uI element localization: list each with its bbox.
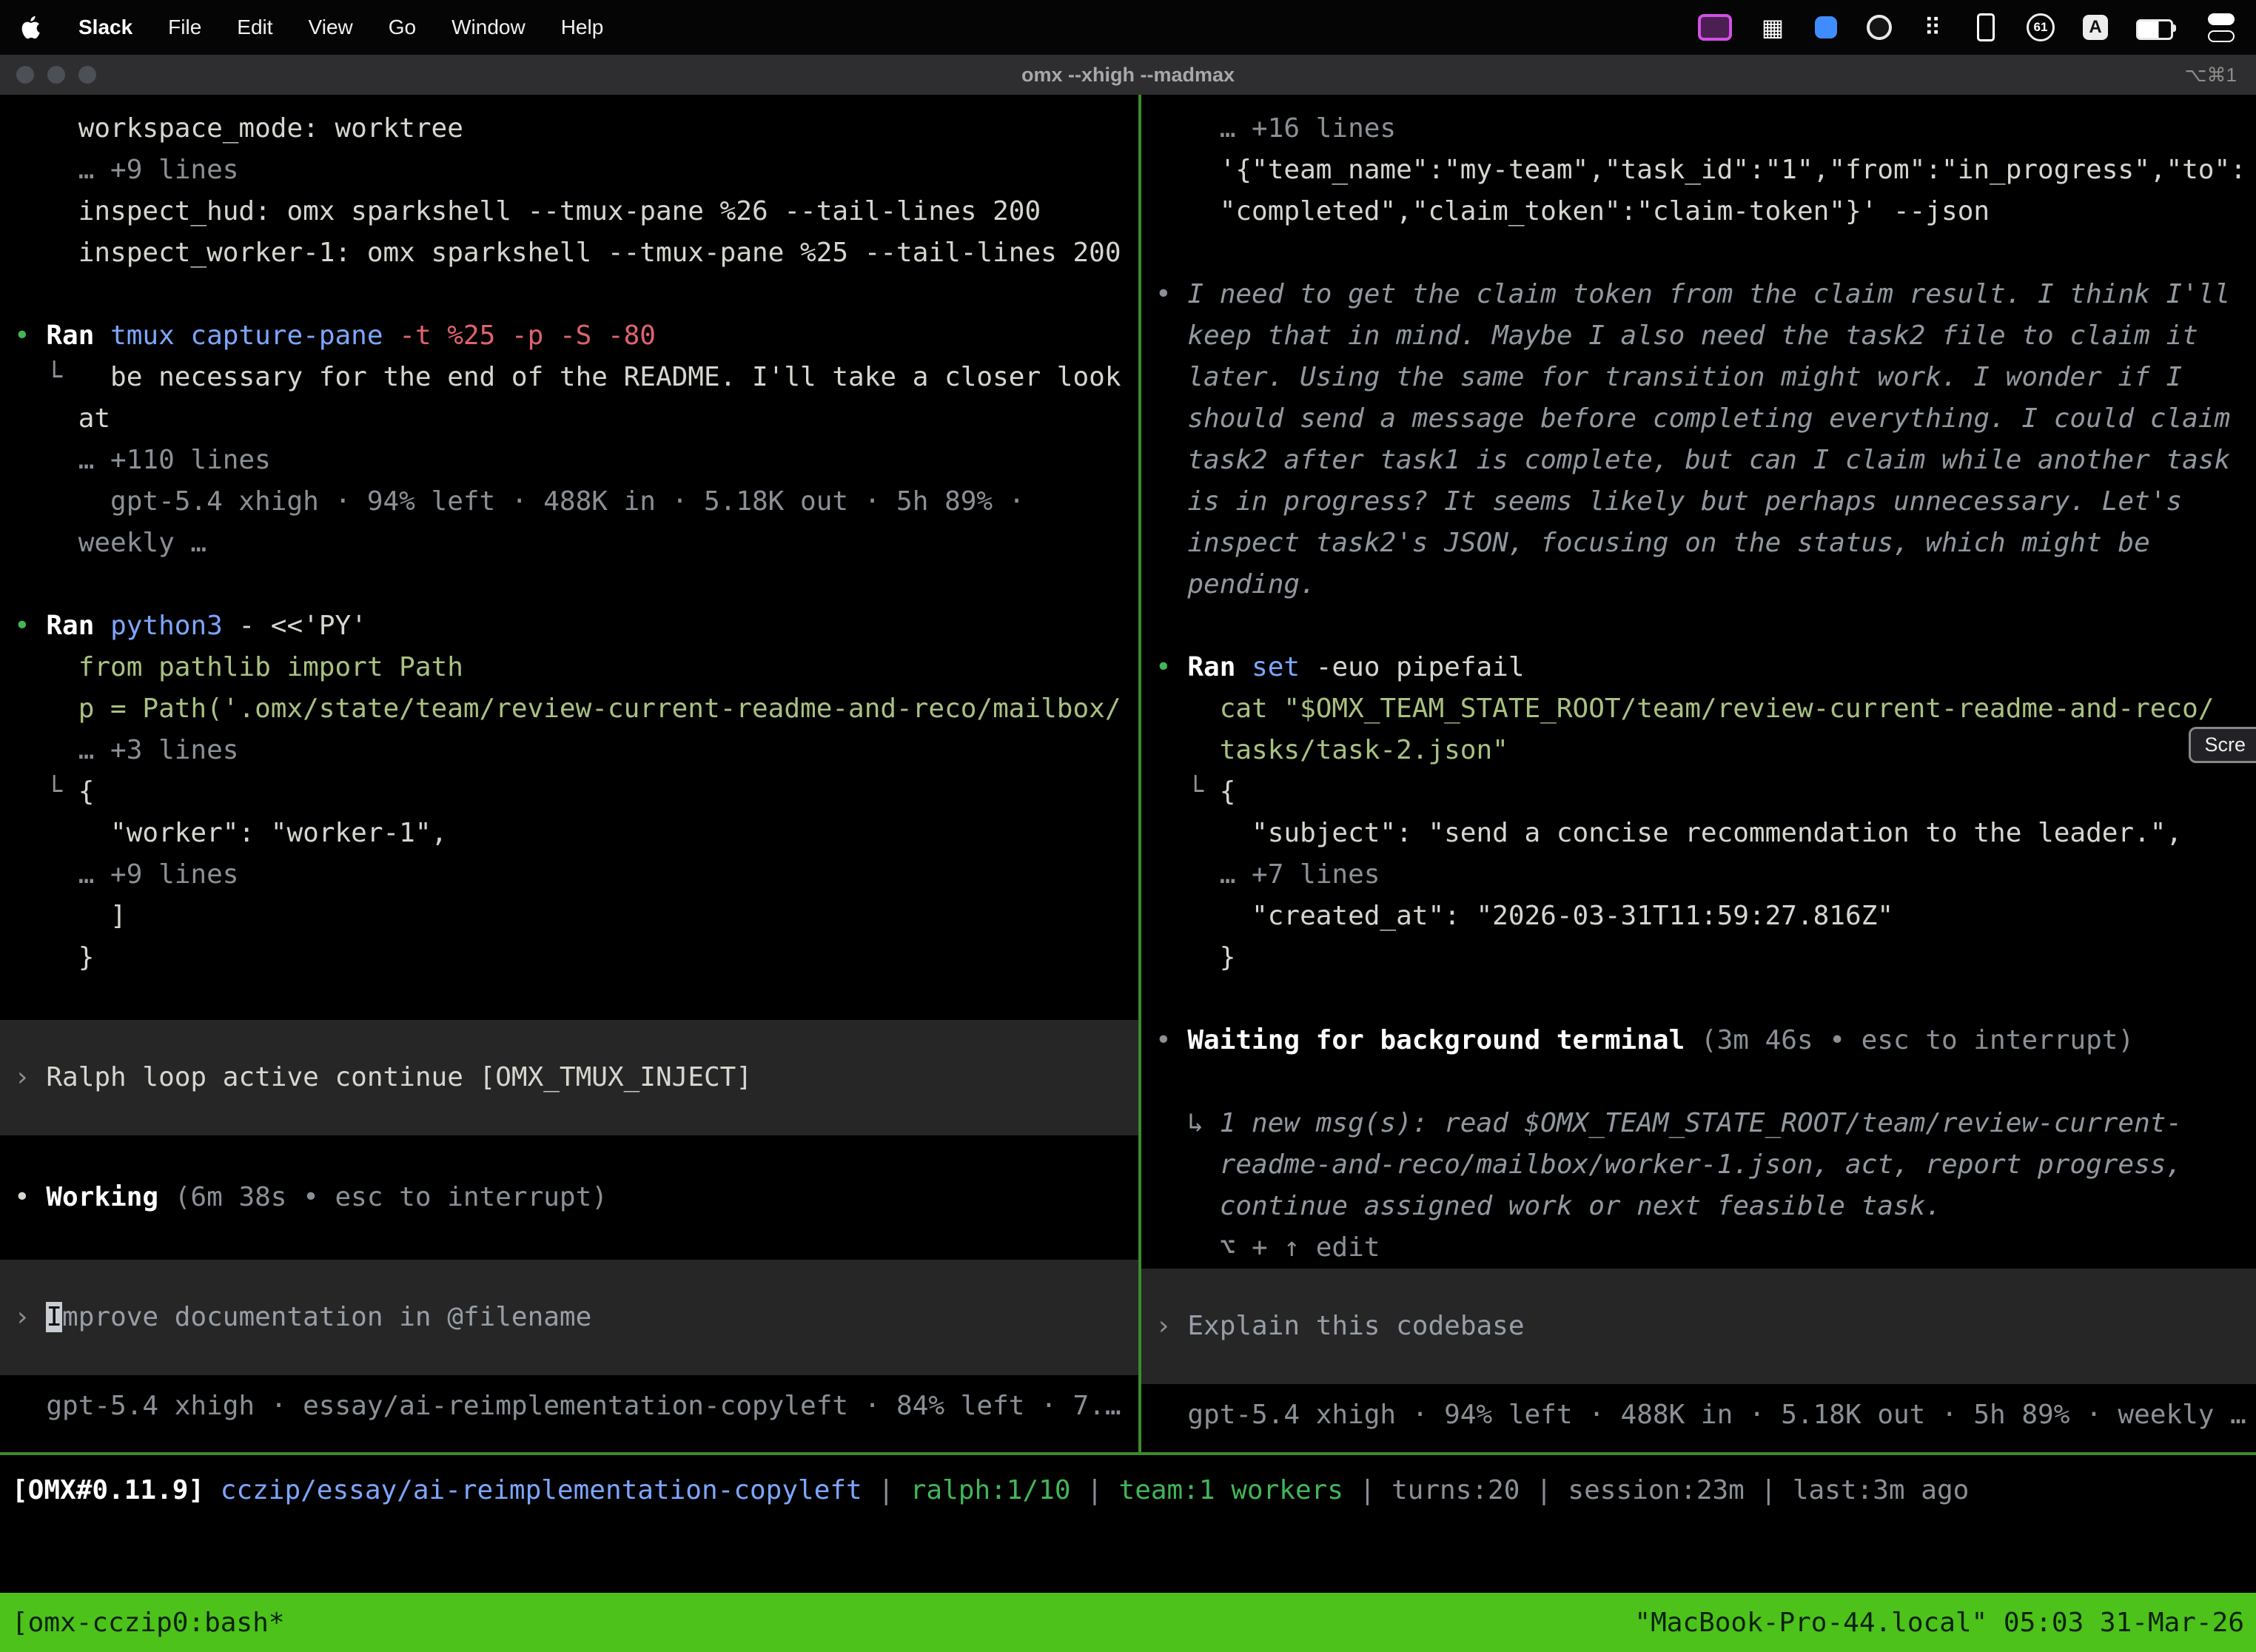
terminal-line: p = Path('.omx/state/team/review-current… [14, 688, 1138, 730]
tmux-host-time: "MacBook-Pro-44.local" 05:03 31-Mar-26 [1634, 1608, 2244, 1638]
terminal-line: should send a message before completing … [1155, 398, 2256, 440]
terminal-line: tasks/task-2.json" [1155, 730, 2256, 771]
terminal-line: … +9 lines [14, 854, 1138, 896]
control-center-icon[interactable] [2207, 10, 2235, 45]
terminal-line: later. Using the same for transition mig… [1155, 357, 2256, 398]
terminal-line: … +7 lines [1155, 854, 2256, 896]
terminal-line: • Ran python3 - <<'PY' [14, 605, 1138, 647]
blue-app-icon[interactable] [1813, 10, 1839, 45]
terminal-line [1155, 605, 2256, 647]
minimize-button[interactable] [47, 66, 65, 84]
terminal-line [14, 978, 1138, 1020]
terminal-line: inspect_worker-1: omx sparkshell --tmux-… [14, 232, 1138, 274]
terminal-line: … +110 lines [14, 440, 1138, 481]
omx-status-line: [OMX#0.11.9] cczip/essay/ai-reimplementa… [12, 1470, 1969, 1511]
window-title-bar[interactable]: omx --xhigh --madmax ⌥⌘1 [0, 55, 2256, 95]
menu-items: File Edit View Go Window Help [168, 16, 603, 39]
terminal-line: cat "$OMX_TEAM_STATE_ROOT/team/review-cu… [1155, 688, 2256, 730]
terminal-line: • I need to get the claim token from the… [1155, 274, 2256, 315]
terminal-line [1155, 1061, 2256, 1103]
menu-bar-status-icons: ▦ ⠿ 61 A [1698, 10, 2235, 45]
zoom-button[interactable] [78, 66, 96, 84]
app-menu-slack[interactable]: Slack [78, 16, 132, 39]
battery-icon[interactable] [2136, 10, 2179, 45]
prompt-band[interactable]: › Improve documentation in @filename [0, 1260, 1138, 1375]
input-source-icon[interactable]: A [2083, 10, 2108, 45]
terminal-line: … +9 lines [14, 150, 1138, 191]
apple-menu-icon[interactable] [21, 14, 43, 41]
terminal-line: "worker": "worker-1", [14, 813, 1138, 854]
terminal-line: … +16 lines [1155, 108, 2256, 150]
terminal-line: is in progress? It seems likely but perh… [1155, 481, 2256, 523]
prompt-band[interactable]: › Ralph loop active continue [OMX_TMUX_I… [0, 1020, 1138, 1135]
menu-view[interactable]: View [309, 16, 353, 39]
terminal-line [1155, 232, 2256, 274]
dark-app-icon[interactable] [1867, 10, 1892, 45]
terminal-line: inspect task2's JSON, focusing on the st… [1155, 523, 2256, 564]
tooltip-label: Scre [2204, 733, 2246, 756]
terminal-line: task2 after task1 is complete, but can I… [1155, 440, 2256, 481]
terminal-line: └ be necessary for the end of the README… [14, 357, 1138, 398]
window-shortcut-hint: ⌥⌘1 [2185, 64, 2237, 87]
terminal-line: … +3 lines [14, 730, 1138, 771]
terminal-line: weekly … [14, 523, 1138, 564]
terminal-line: readme-and-reco/mailbox/worker-1.json, a… [1155, 1144, 2256, 1186]
terminal-line: • Working (6m 38s • esc to interrupt) [14, 1177, 1138, 1218]
left-terminal-pane[interactable]: workspace_mode: worktree … +9 lines insp… [0, 95, 1138, 1452]
terminal-line: └ { [1155, 771, 2256, 813]
terminal-line: workspace_mode: worktree [14, 108, 1138, 150]
pane-separator-horizontal [0, 1452, 2256, 1455]
terminal-line [14, 1218, 1138, 1260]
window-title: omx --xhigh --madmax [0, 64, 2256, 87]
terminal-line: } [14, 937, 1138, 978]
terminal-line: "subject": "send a concise recommendatio… [1155, 813, 2256, 854]
terminal-line: "completed","claim_token":"claim-token"}… [1155, 191, 2256, 232]
terminal-line: ⌥ + ↑ edit [1155, 1227, 2256, 1269]
phone-icon[interactable] [1973, 10, 1998, 45]
terminal-line: ] [14, 896, 1138, 937]
tmux-session-info: [omx-cczip0:bash* [12, 1608, 284, 1638]
terminal-line: gpt-5.4 xhigh · 94% left · 488K in · 5.1… [14, 481, 1138, 523]
terminal-area: workspace_mode: worktree … +9 lines insp… [0, 95, 2256, 1593]
terminal-line: continue assigned work or next feasible … [1155, 1186, 2256, 1227]
terminal-line [14, 274, 1138, 315]
screen: Slack File Edit View Go Window Help ▦ ⠿ 61 A omx… [0, 0, 2256, 1652]
terminal-line: • Ran set -euo pipefail [1155, 647, 2256, 688]
terminal-line: '{"team_name":"my-team","task_id":"1","f… [1155, 150, 2256, 191]
terminal-line: • Ran tmux capture-pane -t %25 -p -S -80 [14, 315, 1138, 357]
battery-percent-badge[interactable]: 61 [2027, 10, 2055, 45]
menu-bar-left: Slack File Edit View Go Window Help [21, 14, 603, 41]
tmux-status-bar: [omx-cczip0:bash* "MacBook-Pro-44.local"… [0, 1593, 2256, 1652]
macos-menu-bar: Slack File Edit View Go Window Help ▦ ⠿ 61 A [0, 0, 2256, 55]
prompt-band[interactable]: › Explain this codebase [1141, 1269, 2256, 1384]
terminal-line [1155, 978, 2256, 1020]
traffic-lights [0, 66, 96, 84]
terminal-line: • Waiting for background terminal (3m 46… [1155, 1020, 2256, 1061]
screen-recording-indicator[interactable] [1698, 10, 1732, 45]
terminal-line: pending. [1155, 564, 2256, 605]
terminal-line: └ { [14, 771, 1138, 813]
terminal-line: inspect_hud: omx sparkshell --tmux-pane … [14, 191, 1138, 232]
menu-window[interactable]: Window [451, 16, 526, 39]
pane-status-line: gpt-5.4 xhigh · essay/ai-reimplementatio… [14, 1386, 1138, 1427]
terminal-line: at [14, 398, 1138, 440]
grid-icon[interactable]: ▦ [1760, 10, 1785, 45]
dots-grid-icon[interactable]: ⠿ [1920, 10, 1945, 45]
terminal-line: } [1155, 937, 2256, 978]
terminal-line: keep that in mind. Maybe I also need the… [1155, 315, 2256, 357]
pane-status-line: gpt-5.4 xhigh · 94% left · 488K in · 5.1… [1155, 1394, 2256, 1436]
menu-help[interactable]: Help [561, 16, 604, 39]
terminal-line: ↳ 1 new msg(s): read $OMX_TEAM_STATE_ROO… [1155, 1103, 2256, 1144]
terminal-line: "created_at": "2026-03-31T11:59:27.816Z" [1155, 896, 2256, 937]
close-button[interactable] [16, 66, 34, 84]
terminal-line: from pathlib import Path [14, 647, 1138, 688]
menu-go[interactable]: Go [389, 16, 416, 39]
terminal-line [14, 1135, 1138, 1177]
menu-edit[interactable]: Edit [237, 16, 272, 39]
menu-file[interactable]: File [168, 16, 201, 39]
screen-capture-tooltip: Scre [2189, 727, 2256, 763]
right-terminal-pane[interactable]: … +16 lines '{"team_name":"my-team","tas… [1141, 95, 2256, 1452]
terminal-line [14, 564, 1138, 605]
